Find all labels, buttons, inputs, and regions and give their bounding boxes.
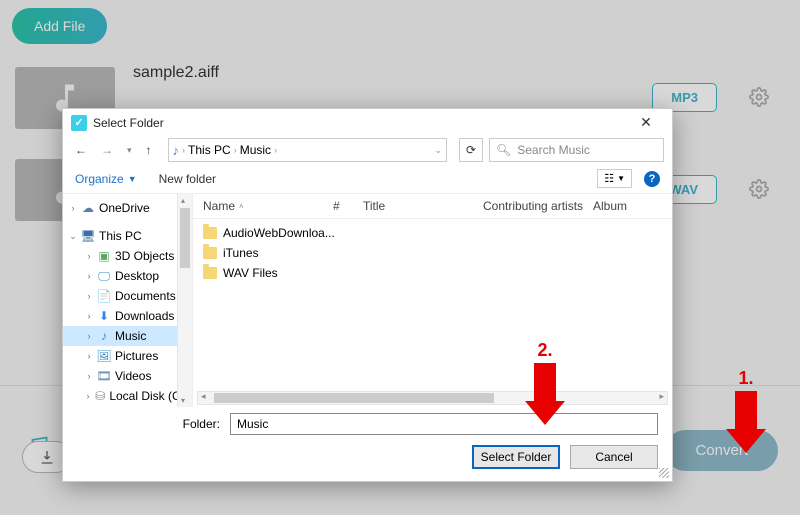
tree-item-videos[interactable]: ›🎞Videos [63,366,192,386]
col-name[interactable]: Name˄ [193,199,333,213]
up-icon[interactable]: ↑ [142,141,156,159]
tree-scrollbar[interactable] [177,194,192,407]
dialog-nav: ← → ▾ ↑ ♪ › This PC › Music › ⌄ ⟳ 🔍︎ Sea… [63,136,672,164]
list-item[interactable]: iTunes [193,243,672,263]
breadcrumb[interactable]: ♪ › This PC › Music › ⌄ [168,138,447,162]
help-icon[interactable]: ? [644,171,660,187]
chevron-right-icon: › [234,145,237,155]
tree-item-downloads[interactable]: ›⬇Downloads [63,306,192,326]
annotation-2: 2. [525,340,565,425]
select-folder-button[interactable]: Select Folder [472,445,560,469]
tree-item-documents[interactable]: ›📄Documents [63,286,192,306]
breadcrumb-item[interactable]: Music [240,143,271,157]
new-folder-button[interactable]: New folder [159,172,216,186]
folder-icon [203,227,217,239]
dialog-toolbar: Organize ▼ New folder ☷ ▼ ? [63,164,672,194]
select-folder-dialog: Select Folder ✕ ← → ▾ ↑ ♪ › This PC › Mu… [62,108,673,482]
tree-item-thispc[interactable]: ⌄🖥This PC [63,226,192,246]
col-title[interactable]: Title [363,199,483,213]
search-icon: 🔍︎ [496,143,511,157]
folder-tree: ›☁OneDrive ⌄🖥This PC ›▣3D Objects ›🖵Desk… [63,194,193,407]
tree-item-onedrive[interactable]: ›☁OneDrive [63,198,192,218]
col-num[interactable]: # [333,199,363,213]
sort-asc-icon: ˄ [239,202,244,211]
breadcrumb-item[interactable]: This PC [188,143,231,157]
chevron-right-icon: › [274,145,277,155]
search-placeholder: Search Music [517,143,590,157]
cancel-button[interactable]: Cancel [570,445,658,469]
folder-input[interactable] [230,413,658,435]
list-scrollbar[interactable] [197,391,668,405]
music-icon: ♪ [173,143,180,158]
forward-icon: → [97,141,117,159]
folder-icon [203,267,217,279]
back-icon[interactable]: ← [71,141,91,159]
chevron-down-icon[interactable]: ⌄ [434,145,442,156]
app-icon [71,115,87,131]
tree-item-music[interactable]: ›♪Music [63,326,192,346]
tree-item-pictures[interactable]: ›🖼Pictures [63,346,192,366]
close-icon[interactable]: ✕ [628,114,664,131]
recent-dropdown-icon[interactable]: ▾ [123,143,136,158]
tree-item-3dobjects[interactable]: ›▣3D Objects [63,246,192,266]
dialog-title: Select Folder [93,116,164,130]
refresh-icon[interactable]: ⟳ [459,138,483,162]
tree-item-localdisk[interactable]: ›⛁Local Disk (C:) [63,386,192,406]
dialog-titlebar: Select Folder ✕ [63,109,672,136]
chevron-down-icon: ▼ [128,174,137,184]
folder-icon [203,247,217,259]
file-list: Name˄ # Title Contributing artists Album… [193,194,672,407]
chevron-right-icon: › [182,145,185,155]
list-item[interactable]: AudioWebDownloa... [193,223,672,243]
col-contrib[interactable]: Contributing artists [483,199,593,213]
search-input[interactable]: 🔍︎ Search Music [489,138,664,162]
list-header: Name˄ # Title Contributing artists Album [193,194,672,219]
annotation-1: 1. [726,368,766,453]
list-item[interactable]: WAV Files [193,263,672,283]
organize-button[interactable]: Organize ▼ [75,172,137,186]
dialog-footer: Folder: Select Folder Cancel [63,407,672,481]
view-mode-button[interactable]: ☷ ▼ [597,169,632,188]
col-album[interactable]: Album [593,199,643,213]
tree-item-desktop[interactable]: ›🖵Desktop [63,266,192,286]
resize-grip-icon[interactable] [659,468,669,478]
folder-label: Folder: [183,417,220,431]
